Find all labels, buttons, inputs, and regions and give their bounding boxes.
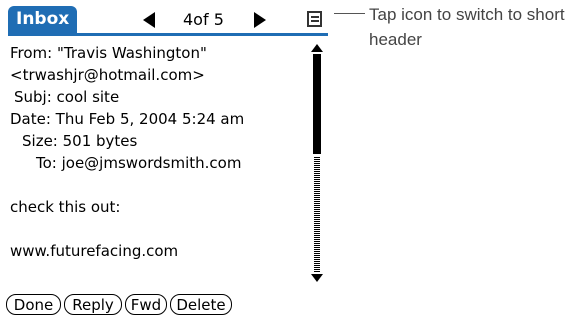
callout-leader-line [334,13,365,14]
left-arrow-icon[interactable] [143,12,155,28]
from-email: <trwashjr@hotmail.com> [10,66,205,84]
done-button[interactable]: Done [6,294,61,315]
size-field: Size: 501 bytes [22,132,138,150]
title-rule [8,33,328,36]
scroll-track[interactable] [314,156,320,272]
from-field: From: "Travis Washington" [10,44,207,62]
title-bar: Inbox 4of 5 [8,6,328,36]
header-toggle-icon[interactable] [307,11,322,27]
message-content: From: "Travis Washington" <trwashjr@hotm… [10,42,295,262]
scroll-thumb[interactable] [313,54,321,154]
reply-button[interactable]: Reply [64,294,122,315]
inbox-tab[interactable]: Inbox [8,6,78,33]
date-field: Date: Thu Feb 5, 2004 5:24 am [10,110,245,128]
message-position: 4of 5 [183,10,224,29]
scrollbar[interactable] [311,44,323,284]
fwd-button[interactable]: Fwd [125,294,167,315]
callout-text: Tap icon to switch to short header [369,5,565,49]
email-view-screen: Inbox 4of 5 From: "Travis Washington" <t… [0,0,329,319]
delete-button[interactable]: Delete [170,294,232,315]
body-line-2: www.futurefacing.com [10,242,179,260]
scroll-down-icon[interactable] [311,274,323,282]
subject-field: Subj: cool site [14,88,120,106]
to-field: To: joe@jmswordsmith.com [36,154,242,172]
scroll-up-icon[interactable] [311,44,323,52]
body-line-1: check this out: [10,198,121,216]
right-arrow-icon[interactable] [254,12,266,28]
